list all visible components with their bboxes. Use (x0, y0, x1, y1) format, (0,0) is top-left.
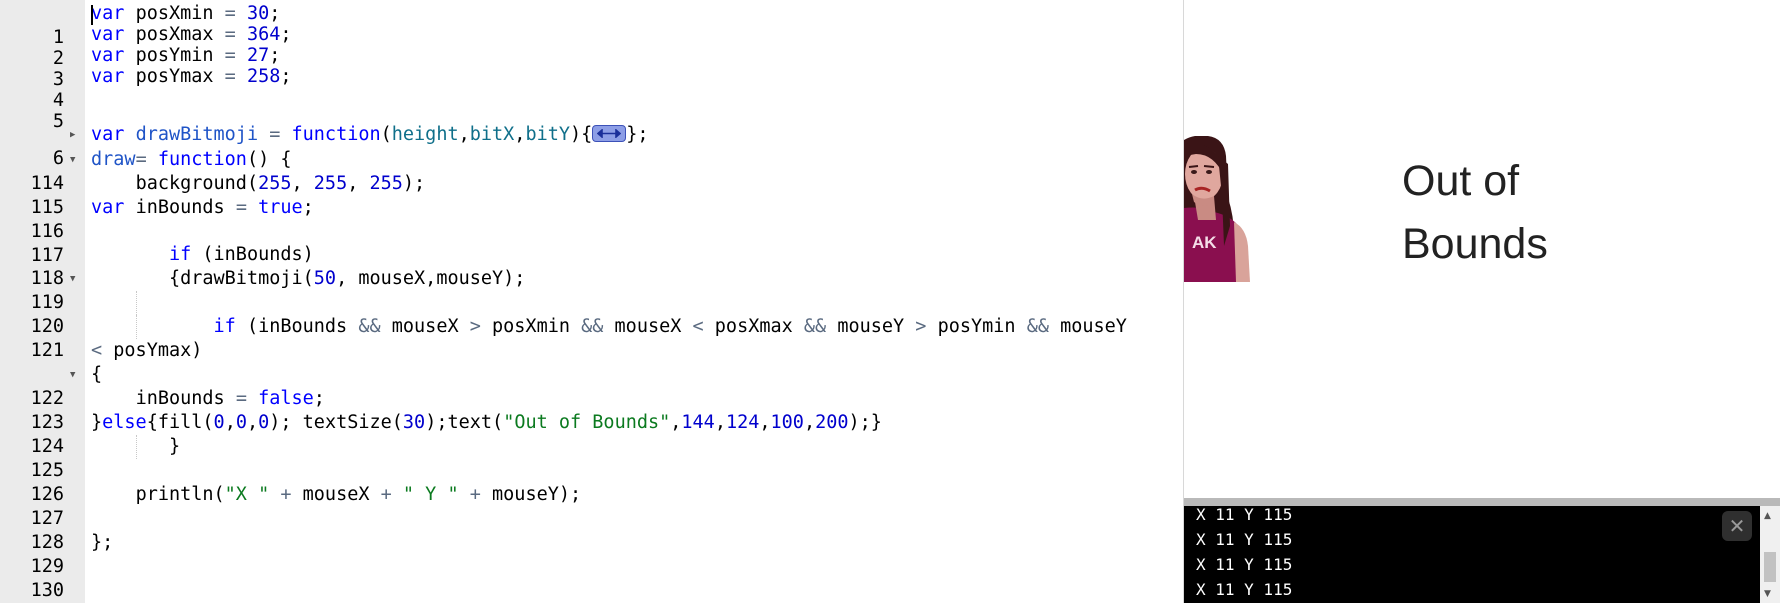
bitmoji-avatar: AK (1184, 136, 1250, 282)
code-editor[interactable]: 1 var posXmin = 30; 2 var posXmax = 364;… (0, 0, 1183, 603)
code-line[interactable]: 115 background(255, 255, 255); (0, 172, 1183, 218)
code-line[interactable]: 116 var inBounds = true; (0, 196, 1183, 242)
code-line[interactable]: 119 ▼ {drawBitmoji(50, mouseX,mouseY); (0, 267, 1183, 313)
code-line[interactable]: 127 println("X " + mouseX + " Y " + mous… (0, 483, 1183, 529)
code-line[interactable]: 124 }else{fill(0,0,0); textSize(30);text… (0, 411, 1183, 457)
code-line[interactable]: 114 ▼ draw= function() { (0, 148, 1183, 194)
code-line[interactable]: 123 inBounds = false; (0, 387, 1183, 433)
close-icon: ✕ (1728, 514, 1746, 538)
canvas-text-line-2: Bounds (1402, 220, 1548, 268)
bitmoji-initials: AK (1192, 233, 1217, 252)
code-line[interactable]: 128 (0, 507, 1183, 553)
code-line[interactable]: 130 (0, 555, 1183, 601)
code-line[interactable]: 122 ▼ { (0, 363, 1183, 409)
console-resize-bar[interactable] (1184, 498, 1780, 506)
code-line-wrap[interactable]: < posYmax) (0, 339, 1183, 363)
code-line[interactable]: 120 (0, 291, 1183, 337)
console-scrollbar[interactable]: ▲ ▼ (1760, 506, 1780, 603)
canvas-text-line-1: Out of (1402, 157, 1520, 205)
canvas-output[interactable]: AK Out of Bounds (1184, 0, 1780, 498)
code-line[interactable]: 118 if (inBounds) (0, 243, 1183, 289)
fold-arrow-icon[interactable]: ▼ (70, 148, 75, 172)
console-line: X 11 Y 115 (1196, 530, 1293, 549)
code-line[interactable]: 117 (0, 220, 1183, 266)
line-number: 130 (30, 580, 64, 601)
code-line[interactable]: 121 if (inBounds && mouseX > posXmin && … (0, 315, 1183, 361)
console-line: X 11 Y 115 (1196, 580, 1293, 599)
code-line[interactable]: 125 } (0, 435, 1183, 481)
code-line[interactable]: 6 ▶ var drawBitmoji = function(height,bi… (0, 123, 1183, 169)
close-console-button[interactable]: ✕ (1722, 511, 1752, 541)
console-line: X 11 Y 115 (1196, 506, 1293, 524)
fold-arrow-icon[interactable]: ▼ (70, 267, 75, 291)
text-cursor (91, 5, 93, 25)
console-line: X 11 Y 115 (1196, 555, 1293, 574)
console-output[interactable]: X 11 Y 115 X 11 Y 115 X 11 Y 115 X 11 Y … (1184, 506, 1780, 603)
scroll-down-arrow-icon[interactable]: ▼ (1764, 589, 1771, 599)
fold-arrow-icon[interactable]: ▶ (70, 123, 75, 147)
code-line[interactable]: 5 (0, 86, 1183, 132)
code-line[interactable]: 126 (0, 459, 1183, 505)
folded-code-widget[interactable] (592, 124, 627, 142)
scrollbar-thumb[interactable] (1764, 552, 1776, 582)
scroll-up-arrow-icon[interactable]: ▲ (1764, 511, 1771, 521)
canvas-text: Out of Bounds (1402, 150, 1602, 276)
code-line[interactable]: 129 }; (0, 531, 1183, 577)
fold-arrow-icon[interactable]: ▼ (70, 363, 75, 387)
